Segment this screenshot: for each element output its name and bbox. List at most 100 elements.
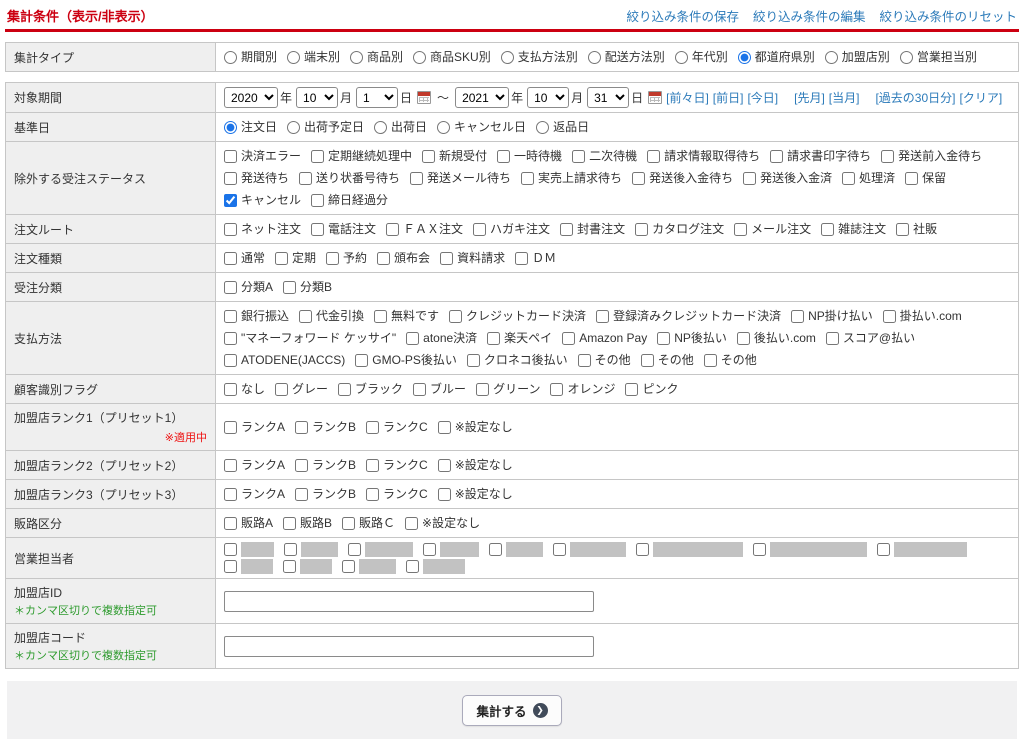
exclude-status-checkbox-10[interactable] — [410, 172, 423, 185]
base-date-radio-1[interactable] — [287, 121, 300, 134]
order-route-checkbox-1[interactable] — [311, 223, 324, 236]
exclude-status-option-0[interactable]: 決済エラー — [224, 146, 301, 166]
payment-method-option-18[interactable]: その他 — [641, 350, 694, 370]
exclude-status-checkbox-3[interactable] — [497, 150, 510, 163]
payment-method-checkbox-2[interactable] — [374, 310, 387, 323]
base-date-option-1[interactable]: 出荷予定日 — [287, 117, 364, 137]
order-route-checkbox-3[interactable] — [473, 223, 486, 236]
exclude-status-option-1[interactable]: 定期継続処理中 — [311, 146, 412, 166]
merchant-rank2-option-3[interactable]: ※設定なし — [438, 455, 513, 475]
exclude-status-checkbox-2[interactable] — [422, 150, 435, 163]
order-kind-option-1[interactable]: 定期 — [275, 248, 316, 268]
customer-flag-checkbox-5[interactable] — [550, 383, 563, 396]
exclude-status-option-13[interactable]: 発送後入金済 — [743, 168, 832, 188]
exclude-status-checkbox-6[interactable] — [770, 150, 783, 163]
sales-rep-checkbox-4[interactable] — [489, 543, 502, 556]
payment-method-checkbox-9[interactable] — [487, 332, 500, 345]
payment-method-option-8[interactable]: atone決済 — [406, 328, 477, 348]
aggregation-type-option-2[interactable]: 商品別 — [350, 47, 403, 67]
order-route-option-8[interactable]: 社販 — [896, 219, 937, 239]
merchant-rank2-checkbox-3[interactable] — [438, 459, 451, 472]
order-class-checkbox-0[interactable] — [224, 281, 237, 294]
customer-flag-option-5[interactable]: オレンジ — [550, 379, 615, 399]
order-route-option-2[interactable]: ＦＡＸ注文 — [386, 219, 463, 239]
merchant-rank3-checkbox-2[interactable] — [366, 488, 379, 501]
payment-method-checkbox-16[interactable] — [467, 354, 480, 367]
quick-link-4[interactable]: [当月] — [829, 89, 860, 106]
edit-filter-link[interactable]: 絞り込み条件の編集 — [753, 6, 866, 25]
customer-flag-option-3[interactable]: ブルー — [413, 379, 466, 399]
period-to-year-select[interactable]: 2021 — [455, 87, 509, 108]
exclude-status-checkbox-17[interactable] — [311, 194, 324, 207]
reset-filter-link[interactable]: 絞り込み条件のリセット — [879, 6, 1017, 25]
customer-flag-option-2[interactable]: ブラック — [338, 379, 403, 399]
payment-method-checkbox-17[interactable] — [578, 354, 591, 367]
payment-method-checkbox-12[interactable] — [737, 332, 750, 345]
sales-rep-option-2[interactable] — [348, 542, 413, 557]
exclude-status-checkbox-5[interactable] — [647, 150, 660, 163]
exclude-status-option-5[interactable]: 請求情報取得待ち — [647, 146, 760, 166]
payment-method-checkbox-1[interactable] — [299, 310, 312, 323]
customer-flag-checkbox-3[interactable] — [413, 383, 426, 396]
sales-channel-option-3[interactable]: ※設定なし — [405, 513, 480, 533]
payment-method-option-19[interactable]: その他 — [704, 350, 757, 370]
order-route-option-3[interactable]: ハガキ注文 — [473, 219, 550, 239]
sales-rep-checkbox-0[interactable] — [224, 543, 237, 556]
sales-rep-option-9[interactable] — [224, 559, 273, 574]
merchant-rank2-checkbox-0[interactable] — [224, 459, 237, 472]
order-kind-checkbox-1[interactable] — [275, 252, 288, 265]
merchant-rank3-option-0[interactable]: ランクA — [224, 484, 285, 504]
exclude-status-checkbox-4[interactable] — [572, 150, 585, 163]
payment-method-checkbox-8[interactable] — [406, 332, 419, 345]
aggregation-type-radio-1[interactable] — [287, 51, 300, 64]
order-class-option-1[interactable]: 分類B — [283, 277, 332, 297]
sales-rep-option-1[interactable] — [284, 542, 338, 557]
payment-method-option-1[interactable]: 代金引換 — [299, 306, 364, 326]
sales-channel-option-0[interactable]: 販路A — [224, 513, 273, 533]
aggregation-type-radio-0[interactable] — [224, 51, 237, 64]
exclude-status-option-8[interactable]: 発送待ち — [224, 168, 289, 188]
payment-method-option-14[interactable]: ATODENE(JACCS) — [224, 350, 345, 370]
aggregation-type-radio-8[interactable] — [825, 51, 838, 64]
exclude-status-option-9[interactable]: 送り状番号待ち — [299, 168, 400, 188]
exclude-status-option-16[interactable]: キャンセル — [224, 190, 301, 210]
order-route-checkbox-2[interactable] — [386, 223, 399, 236]
exclude-status-checkbox-14[interactable] — [842, 172, 855, 185]
quick-link-2[interactable]: [今日] — [747, 89, 778, 106]
customer-flag-checkbox-0[interactable] — [224, 383, 237, 396]
customer-flag-checkbox-4[interactable] — [476, 383, 489, 396]
payment-method-checkbox-18[interactable] — [641, 354, 654, 367]
sales-rep-option-4[interactable] — [489, 542, 543, 557]
order-route-option-1[interactable]: 電話注文 — [311, 219, 376, 239]
payment-method-checkbox-10[interactable] — [562, 332, 575, 345]
order-route-option-7[interactable]: 雑誌注文 — [821, 219, 886, 239]
sales-channel-option-2[interactable]: 販路Ｃ — [342, 513, 395, 533]
merchant-rank3-option-2[interactable]: ランクC — [366, 484, 428, 504]
payment-method-checkbox-6[interactable] — [883, 310, 896, 323]
aggregation-type-option-3[interactable]: 商品SKU別 — [413, 47, 491, 67]
merchant-rank3-option-1[interactable]: ランクB — [295, 484, 356, 504]
base-date-option-2[interactable]: 出荷日 — [374, 117, 427, 137]
exclude-status-checkbox-13[interactable] — [743, 172, 756, 185]
merchant-rank1-option-1[interactable]: ランクB — [295, 417, 356, 437]
exclude-status-checkbox-16[interactable] — [224, 194, 237, 207]
sales-rep-option-8[interactable] — [877, 542, 967, 557]
sales-rep-option-5[interactable] — [553, 542, 626, 557]
order-route-checkbox-6[interactable] — [734, 223, 747, 236]
merchant-rank2-checkbox-2[interactable] — [366, 459, 379, 472]
customer-flag-checkbox-1[interactable] — [275, 383, 288, 396]
sales-channel-checkbox-0[interactable] — [224, 517, 237, 530]
base-date-radio-2[interactable] — [374, 121, 387, 134]
order-kind-checkbox-4[interactable] — [440, 252, 453, 265]
order-route-checkbox-0[interactable] — [224, 223, 237, 236]
exclude-status-option-2[interactable]: 新規受付 — [422, 146, 487, 166]
payment-method-option-10[interactable]: Amazon Pay — [562, 328, 647, 348]
sales-rep-option-12[interactable] — [406, 559, 465, 574]
base-date-option-0[interactable]: 注文日 — [224, 117, 277, 137]
payment-method-option-12[interactable]: 後払い.com — [737, 328, 816, 348]
sales-channel-checkbox-3[interactable] — [405, 517, 418, 530]
exclude-status-option-15[interactable]: 保留 — [905, 168, 946, 188]
merchant-rank2-option-0[interactable]: ランクA — [224, 455, 285, 475]
payment-method-checkbox-7[interactable] — [224, 332, 237, 345]
merchant-rank1-option-3[interactable]: ※設定なし — [438, 417, 513, 437]
